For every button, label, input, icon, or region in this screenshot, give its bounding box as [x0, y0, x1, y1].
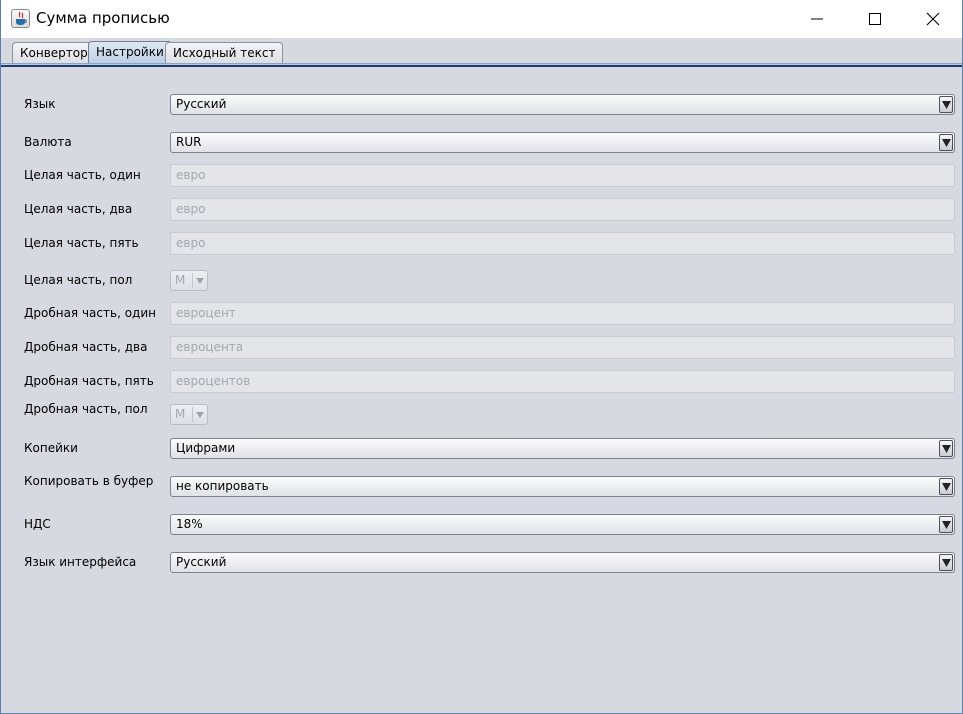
- dropdown-arrow-icon: [196, 278, 204, 284]
- currency-value: RUR: [176, 135, 202, 149]
- java-cup-icon: [11, 9, 30, 28]
- frac-two-field[interactable]: евроцента: [170, 336, 955, 359]
- window-title: Сумма прописью: [36, 9, 170, 27]
- language-value: Русский: [176, 97, 227, 111]
- tab-content-border: [1, 63, 962, 67]
- currency-dropdown-button[interactable]: [939, 134, 953, 151]
- tab-settings[interactable]: Настройки: [88, 41, 172, 65]
- frac-five-label: Дробная часть, пять: [24, 374, 154, 388]
- language-dropdown-button[interactable]: [939, 96, 953, 113]
- int-two-label: Целая часть, два: [24, 202, 133, 216]
- frac-one-field[interactable]: евроцент: [170, 302, 955, 325]
- copy-buffer-dropdown-button[interactable]: [939, 478, 953, 495]
- tab-converter[interactable]: Конвертор: [12, 42, 96, 64]
- frac-gender-label: Дробная часть, пол: [24, 402, 148, 416]
- dropdown-arrow-icon: [942, 483, 951, 491]
- minimize-button[interactable]: [788, 0, 846, 38]
- kopecks-value: Цифрами: [176, 441, 236, 455]
- frac-five-field[interactable]: евроцентов: [170, 370, 955, 393]
- vat-label: НДС: [24, 517, 51, 531]
- dropdown-arrow-icon: [942, 101, 951, 109]
- tab-source-text[interactable]: Исходный текст: [165, 42, 284, 64]
- int-two-value: евро: [176, 202, 206, 216]
- dropdown-arrow-icon: [942, 559, 951, 567]
- frac-two-label: Дробная часть, два: [24, 340, 148, 354]
- maximize-icon: [869, 13, 881, 25]
- frac-two-value: евроцента: [176, 340, 244, 354]
- combo-separator: [192, 407, 193, 422]
- int-five-field[interactable]: евро: [170, 232, 955, 255]
- dropdown-arrow-icon: [942, 521, 951, 529]
- language-label: Язык: [24, 97, 56, 111]
- maximize-button[interactable]: [846, 0, 904, 38]
- int-gender-select[interactable]: М: [170, 270, 208, 291]
- currency-select[interactable]: RUR: [170, 132, 955, 153]
- frac-one-value: евроцент: [176, 306, 236, 320]
- int-one-field[interactable]: евро: [170, 164, 955, 187]
- int-one-value: евро: [176, 168, 206, 182]
- int-gender-value: М: [175, 273, 186, 287]
- int-five-value: евро: [176, 236, 206, 250]
- int-five-label: Целая часть, пять: [24, 236, 139, 250]
- title-bar: Сумма прописью: [1, 0, 962, 38]
- copy-buffer-label: Копировать в буфер: [24, 474, 154, 488]
- int-one-label: Целая часть, один: [24, 168, 141, 182]
- ui-language-value: Русский: [176, 555, 227, 569]
- app-window: Сумма прописью Конвертор Настройки Исход…: [0, 0, 963, 714]
- kopecks-select[interactable]: Цифрами: [170, 438, 955, 459]
- vat-select[interactable]: 18%: [170, 514, 955, 535]
- int-two-field[interactable]: евро: [170, 198, 955, 221]
- language-select[interactable]: Русский: [170, 94, 955, 115]
- dropdown-arrow-icon: [942, 445, 951, 453]
- copy-buffer-value: не копировать: [176, 479, 269, 493]
- currency-label: Валюта: [24, 135, 72, 149]
- copy-buffer-select[interactable]: не копировать: [170, 476, 955, 497]
- dropdown-arrow-icon: [942, 139, 951, 147]
- frac-one-label: Дробная часть, один: [24, 306, 156, 320]
- close-button[interactable]: [904, 0, 962, 38]
- frac-gender-value: М: [175, 407, 186, 421]
- combo-separator: [192, 273, 193, 288]
- ui-language-dropdown-button[interactable]: [939, 554, 953, 571]
- kopecks-label: Копейки: [24, 441, 78, 455]
- dropdown-arrow-icon: [196, 412, 204, 418]
- frac-gender-select[interactable]: М: [170, 404, 208, 425]
- minimize-icon: [811, 18, 823, 20]
- vat-dropdown-button[interactable]: [939, 516, 953, 533]
- ui-language-label: Язык интерфейса: [24, 555, 137, 569]
- tab-bar: Конвертор Настройки Исходный текст: [1, 38, 962, 65]
- vat-value: 18%: [176, 517, 203, 531]
- ui-language-select[interactable]: Русский: [170, 552, 955, 573]
- kopecks-dropdown-button[interactable]: [939, 440, 953, 457]
- frac-five-value: евроцентов: [176, 374, 251, 388]
- int-gender-label: Целая часть, пол: [24, 273, 133, 287]
- close-icon: [926, 12, 940, 26]
